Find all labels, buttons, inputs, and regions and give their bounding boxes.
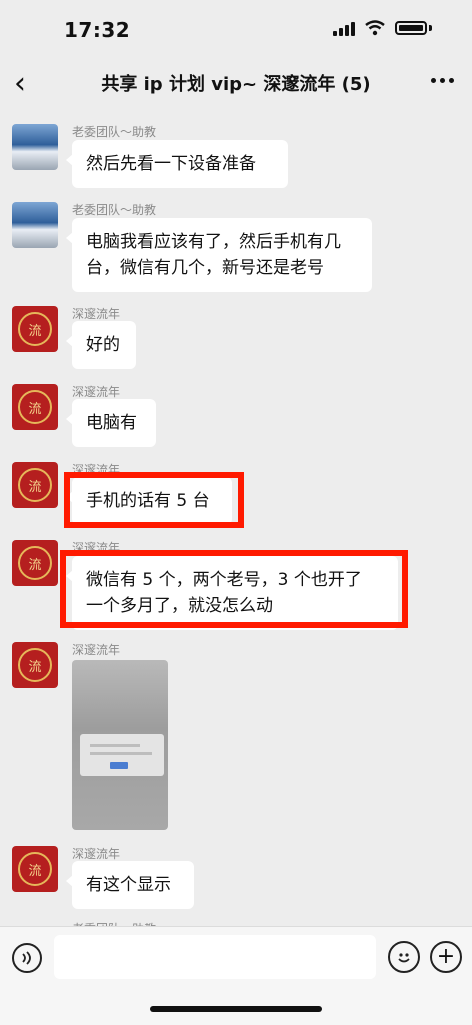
message-input[interactable] (54, 935, 376, 979)
message-bubble[interactable]: 电脑有 (66, 399, 156, 447)
sender-name: 深邃流年 (72, 847, 121, 861)
seal-logo-icon: 流 (18, 852, 52, 886)
sender-name: 深邃流年 (72, 385, 121, 399)
voice-icon[interactable] (12, 943, 42, 973)
avatar[interactable]: 流 (12, 540, 58, 586)
avatar[interactable]: 流 (12, 846, 58, 892)
more-dots-icon[interactable] (431, 78, 454, 83)
chat-header: ‹ 共享 ip 计划 vip~ 深邃流年 (5) (0, 60, 472, 108)
avatar[interactable]: 流 (12, 306, 58, 352)
message-bubble[interactable]: 好的 (66, 321, 136, 369)
seal-logo-icon: 流 (18, 390, 52, 424)
message-line: 台，微信有几个，新号还是老号 (86, 258, 324, 278)
message-line: 电脑我看应该有了，然后手机有几 (86, 232, 341, 252)
status-bar: 17:32 (0, 0, 472, 56)
sender-name: 深邃流年 (72, 643, 121, 657)
sender-name: 老委团队～助教 (72, 125, 157, 139)
message-bubble[interactable]: 然后先看一下设备准备 (66, 140, 288, 188)
plus-icon[interactable]: + (430, 941, 462, 973)
seal-logo-icon: 流 (18, 468, 52, 502)
sender-name: 深邃流年 (72, 307, 121, 321)
battery-icon (395, 21, 427, 35)
signal-icon (333, 20, 355, 36)
seal-logo-icon: 流 (18, 312, 52, 346)
wifi-icon (365, 20, 385, 36)
photo-message[interactable] (72, 660, 168, 830)
emoji-icon[interactable] (388, 941, 420, 973)
highlight-box (64, 472, 244, 528)
seal-logo-icon: 流 (18, 648, 52, 682)
chat-title: 共享 ip 计划 vip~ 深邃流年 (5) (101, 74, 371, 95)
status-time: 17:32 (64, 18, 131, 42)
avatar[interactable]: 流 (12, 384, 58, 430)
highlight-box (60, 550, 408, 628)
avatar[interactable]: 流 (12, 642, 58, 688)
sender-name: 老委团队～助教 (72, 203, 157, 217)
avatar[interactable] (12, 124, 58, 170)
message-bubble[interactable]: 电脑我看应该有了，然后手机有几 台，微信有几个，新号还是老号 (66, 218, 372, 292)
home-indicator (150, 1006, 322, 1012)
avatar[interactable]: 流 (12, 462, 58, 508)
message-bubble[interactable]: 有这个显示 (66, 861, 194, 909)
battery-tip (429, 25, 432, 31)
avatar[interactable] (12, 202, 58, 248)
seal-logo-icon: 流 (18, 546, 52, 580)
status-icons (333, 20, 432, 36)
photo-dialog (80, 734, 164, 776)
